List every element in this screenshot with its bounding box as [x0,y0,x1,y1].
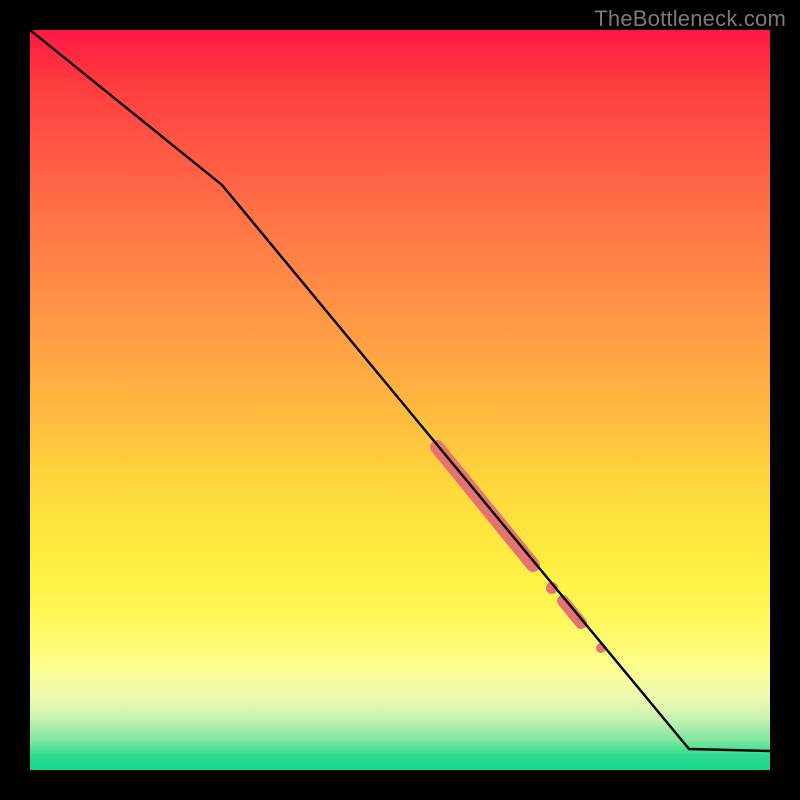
chart-svg [30,30,770,770]
plot-area [30,30,770,770]
highlight-group [437,447,606,653]
highlight-segment-2 [563,601,581,623]
chart-frame: TheBottleneck.com [0,0,800,800]
highlight-segment-1 [437,447,533,565]
watermark-text: TheBottleneck.com [594,6,786,32]
series-curve [30,30,770,751]
